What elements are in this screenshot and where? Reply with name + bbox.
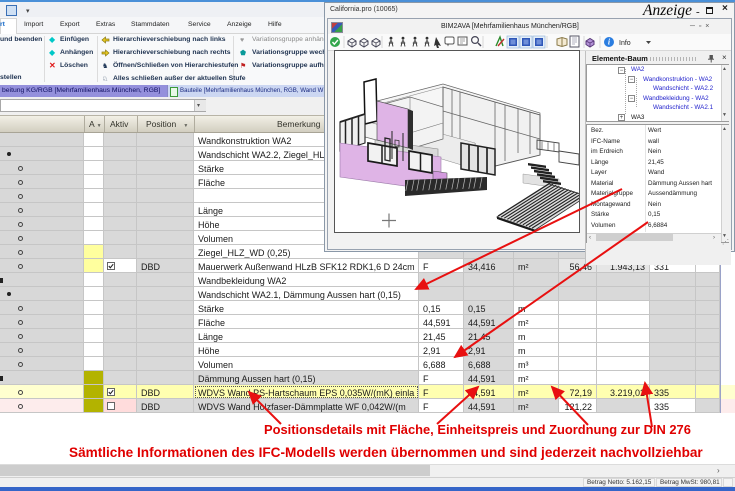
svg-text:Info: Info xyxy=(619,40,631,47)
